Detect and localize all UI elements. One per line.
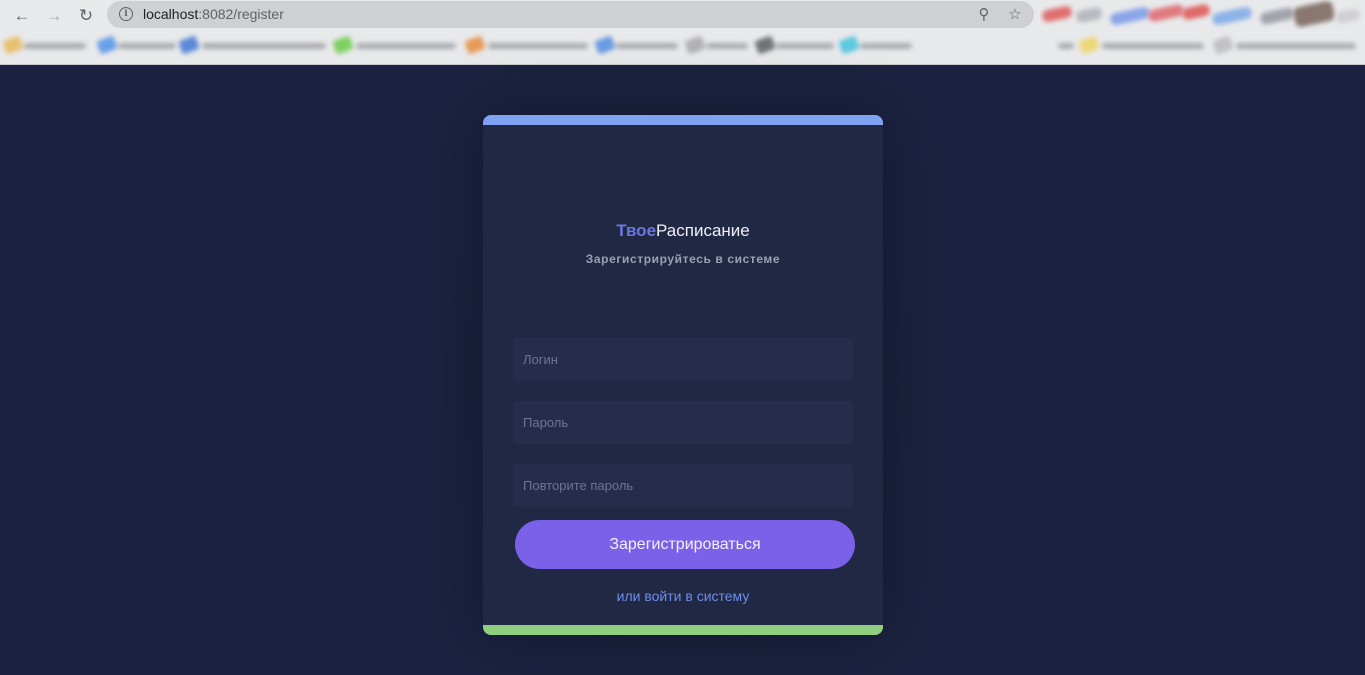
info-icon[interactable]: i	[119, 7, 133, 21]
bookmark-item[interactable]	[684, 35, 750, 55]
bookmark-item[interactable]	[594, 35, 680, 55]
forward-arrow-icon[interactable]: →	[43, 4, 65, 26]
address-bar[interactable]: i localhost:8082/register ⚲ ☆	[107, 1, 1034, 28]
brand-rest: Расписание	[656, 221, 750, 240]
bookmark-icon	[684, 35, 706, 55]
browser-toolbar: ← → ↻ i localhost:8082/register ⚲ ☆	[0, 0, 1365, 30]
bookmark-item[interactable]	[2, 35, 88, 55]
bookmark-icon	[96, 35, 118, 55]
bookmark-icon	[332, 35, 354, 55]
bookmark-icon	[464, 35, 486, 55]
repeat-password-input[interactable]	[513, 464, 853, 507]
bookmark-item[interactable]	[178, 35, 328, 55]
bookmark-item[interactable]	[754, 35, 836, 55]
url-text[interactable]: localhost:8082/register	[143, 6, 284, 22]
extension-icon[interactable]	[1292, 0, 1336, 28]
bookmark-item[interactable]	[1078, 35, 1206, 55]
password-input[interactable]	[513, 401, 853, 444]
bookmark-item[interactable]	[464, 35, 590, 55]
extension-icon[interactable]	[1075, 6, 1103, 24]
url-path: :8082/register	[198, 6, 284, 22]
key-icon[interactable]: ⚲	[974, 4, 994, 24]
back-arrow-icon[interactable]: ←	[11, 4, 33, 26]
login-link[interactable]: или войти в систему	[483, 588, 883, 604]
card-bottom-accent	[483, 625, 883, 635]
bookmark-item[interactable]	[332, 35, 460, 55]
bookmark-item[interactable]	[96, 35, 178, 55]
extension-icon[interactable]	[1335, 7, 1361, 25]
brand-title: ТвоеРасписание	[483, 221, 883, 241]
page-content: ТвоеРасписание Зарегистрируйтесь в систе…	[0, 65, 1365, 675]
bookmark-icon	[594, 35, 616, 55]
bookmark-item[interactable]	[838, 35, 914, 55]
brand-accent: Твое	[616, 221, 657, 240]
bookmark-icon	[2, 35, 24, 55]
register-button[interactable]: Зарегистрироваться	[515, 520, 855, 569]
register-card: ТвоеРасписание Зарегистрируйтесь в систе…	[483, 115, 883, 635]
extension-icon[interactable]	[1147, 3, 1185, 23]
bookmark-icon	[178, 35, 200, 55]
extension-icon[interactable]	[1259, 6, 1295, 26]
reload-icon[interactable]: ↻	[75, 4, 97, 26]
extension-icon[interactable]	[1041, 5, 1073, 23]
bookmark-icon	[1078, 35, 1100, 55]
card-top-accent	[483, 115, 883, 125]
bookmarks-bar	[0, 32, 1365, 62]
extension-icon[interactable]	[1211, 5, 1253, 27]
page-subtitle: Зарегистрируйтесь в системе	[585, 252, 781, 266]
url-host: localhost	[143, 6, 199, 22]
bookmark-icon	[754, 35, 776, 55]
star-icon[interactable]: ☆	[1005, 4, 1025, 24]
extension-icon[interactable]	[1109, 5, 1151, 27]
bookmark-icon	[1212, 35, 1234, 55]
login-input[interactable]	[513, 338, 853, 381]
browser-chrome: ← → ↻ i localhost:8082/register ⚲ ☆	[0, 0, 1365, 65]
bookmark-item[interactable]	[1212, 35, 1360, 55]
extensions-area	[1040, 0, 1365, 30]
bookmark-item[interactable]	[1056, 40, 1076, 52]
bookmark-icon	[838, 35, 860, 55]
extension-icon[interactable]	[1181, 3, 1211, 21]
